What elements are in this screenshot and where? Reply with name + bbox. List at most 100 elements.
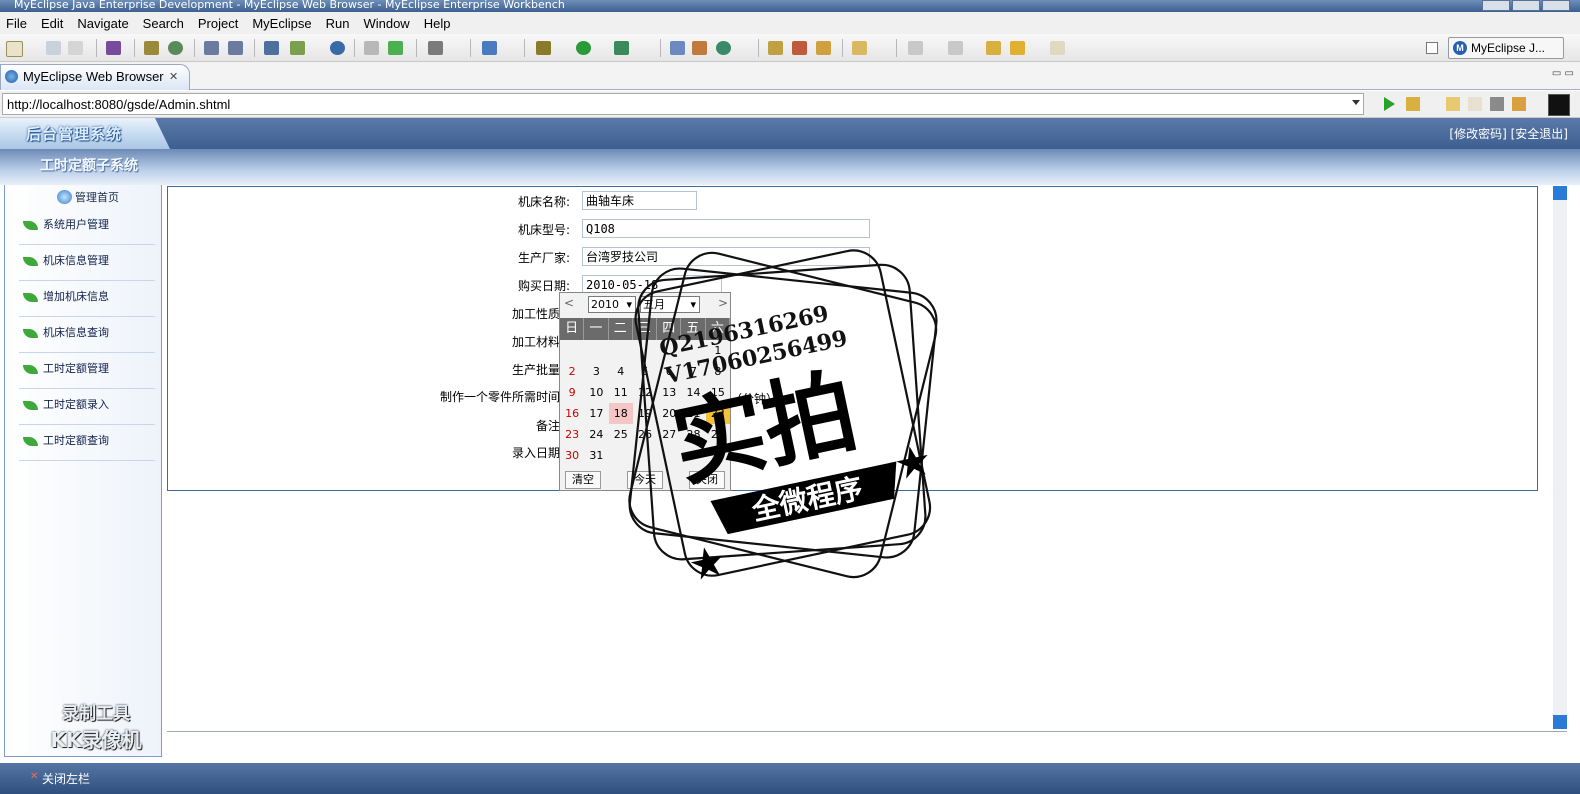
- next-month-button[interactable]: >: [718, 296, 728, 310]
- calendar-day[interactable]: 28: [681, 424, 705, 445]
- calendar-day[interactable]: 26: [633, 424, 657, 445]
- machine-name-input[interactable]: [582, 191, 697, 210]
- calendar-day[interactable]: 3: [584, 361, 608, 382]
- open-perspective-icon[interactable]: [1426, 42, 1438, 54]
- calendar-day[interactable]: 22: [705, 403, 730, 424]
- calendar-day[interactable]: 7: [681, 361, 705, 382]
- minimize-button[interactable]: [1482, 0, 1510, 11]
- calendar-day[interactable]: 31: [584, 445, 608, 466]
- folder-open-icon[interactable]: [768, 41, 783, 55]
- print-icon[interactable]: [68, 41, 83, 55]
- new-wizard-icon[interactable]: [482, 41, 497, 55]
- rocket-icon[interactable]: [792, 41, 807, 55]
- calendar-day[interactable]: 18: [608, 403, 633, 424]
- calendar-day[interactable]: 11: [609, 382, 633, 403]
- machine-model-input[interactable]: [582, 219, 870, 238]
- save-icon[interactable]: [46, 41, 61, 55]
- menu-run[interactable]: Run: [320, 16, 358, 31]
- calendar-day[interactable]: 5: [633, 361, 657, 382]
- calendar-day[interactable]: 8: [706, 361, 730, 382]
- next-annotation-icon[interactable]: [908, 41, 923, 55]
- package-icon[interactable]: [106, 41, 121, 55]
- calendar-day[interactable]: 1: [706, 340, 730, 361]
- calendar-day[interactable]: 16: [560, 403, 584, 424]
- external-tools-icon[interactable]: [614, 41, 629, 55]
- browser-back-icon[interactable]: [1446, 97, 1460, 111]
- calendar-day[interactable]: 29: [706, 424, 730, 445]
- calendar-day[interactable]: 9: [560, 382, 584, 403]
- browser-menu-icon[interactable]: [1548, 94, 1570, 116]
- back-arrow-icon[interactable]: [1010, 41, 1025, 55]
- close-window-button[interactable]: [1542, 0, 1570, 11]
- month-select[interactable]: 五月 ▾: [640, 296, 700, 313]
- calendar-day[interactable]: 20: [657, 403, 681, 424]
- sidebar-item-user-management[interactable]: 系统用户管理: [19, 209, 155, 245]
- perspective-button[interactable]: M MyEclipse J...: [1448, 37, 1564, 59]
- new-icon[interactable]: [6, 41, 23, 57]
- forward-arrow-icon[interactable]: [1050, 41, 1065, 55]
- manufacturer-input[interactable]: [582, 247, 870, 266]
- prev-annotation-icon[interactable]: [948, 41, 963, 55]
- favorite-icon[interactable]: [1406, 97, 1420, 111]
- calendar-day[interactable]: 4: [609, 361, 633, 382]
- sidebar-item-quota-query[interactable]: 工时定额查询: [19, 425, 155, 461]
- calendar-day[interactable]: 27: [657, 424, 681, 445]
- clear-date-button[interactable]: 清空: [565, 471, 601, 489]
- calendar-day[interactable]: 10: [584, 382, 608, 403]
- vertical-scrollbar[interactable]: [1553, 186, 1567, 729]
- calendar-day[interactable]: 2: [560, 361, 584, 382]
- change-password-link[interactable]: [修改密码]: [1449, 127, 1506, 141]
- calendar-day[interactable]: 12: [633, 382, 657, 403]
- calendar-day[interactable]: 23: [560, 424, 584, 445]
- deploy-icon[interactable]: [264, 41, 279, 55]
- maximize-button[interactable]: [1512, 0, 1540, 11]
- scroll-up-button[interactable]: [1553, 186, 1567, 200]
- globe-icon[interactable]: [330, 41, 345, 55]
- bug-icon[interactable]: [144, 41, 159, 55]
- browser-forward-icon[interactable]: [1468, 97, 1482, 111]
- calendar-day[interactable]: 14: [681, 382, 705, 403]
- run-server-icon[interactable]: [290, 41, 305, 55]
- refresh-icon[interactable]: [388, 41, 403, 55]
- year-select[interactable]: 2010 ▾: [588, 296, 636, 313]
- menu-help[interactable]: Help: [418, 16, 459, 31]
- sidebar-home[interactable]: 管理首页: [57, 189, 119, 207]
- open-task-icon[interactable]: [692, 41, 707, 55]
- last-edit-icon[interactable]: [986, 41, 1001, 55]
- calendar-day[interactable]: 6: [657, 361, 681, 382]
- calendar-day[interactable]: 24: [584, 424, 608, 445]
- sidebar-item-add-machine[interactable]: 增加机床信息: [19, 281, 155, 317]
- annotation-icon[interactable]: [852, 41, 867, 55]
- browser-refresh-icon[interactable]: [1512, 97, 1526, 111]
- server-icon[interactable]: [168, 41, 183, 55]
- today-button[interactable]: 今天: [627, 471, 663, 489]
- menu-navigate[interactable]: Navigate: [71, 16, 136, 31]
- view-controls[interactable]: ▭ ▭: [1552, 68, 1574, 79]
- calendar-day[interactable]: 25: [609, 424, 633, 445]
- stop-icon[interactable]: [1490, 97, 1504, 111]
- menu-project[interactable]: Project: [192, 16, 246, 31]
- prev-month-button[interactable]: <: [564, 296, 574, 310]
- menu-myeclipse[interactable]: MyEclipse: [246, 16, 319, 31]
- tab-myeclipse-web-browser[interactable]: MyEclipse Web Browser ✕: [0, 64, 190, 90]
- url-dropdown-icon[interactable]: [1352, 100, 1360, 105]
- edit-icon[interactable]: [204, 41, 219, 55]
- close-sidebar-button[interactable]: ✕ 关闭左栏: [30, 770, 90, 787]
- search-edit-icon[interactable]: [228, 41, 243, 55]
- sync-icon[interactable]: [716, 41, 731, 55]
- tab-close-icon[interactable]: ✕: [169, 65, 178, 89]
- menu-window[interactable]: Window: [357, 16, 417, 31]
- url-input[interactable]: [2, 93, 1364, 115]
- menu-edit[interactable]: Edit: [35, 16, 71, 31]
- calendar-day[interactable]: 21: [681, 403, 705, 424]
- calendar-day[interactable]: 17: [584, 403, 608, 424]
- close-picker-button[interactable]: 关闭: [689, 471, 725, 489]
- calendar-day[interactable]: 15: [706, 382, 730, 403]
- menu-search[interactable]: Search: [137, 16, 192, 31]
- run-icon[interactable]: [576, 41, 591, 55]
- sidebar-item-machine-management[interactable]: 机床信息管理: [19, 245, 155, 281]
- debug-icon[interactable]: [536, 41, 551, 55]
- go-icon[interactable]: [1384, 97, 1395, 111]
- camera-icon[interactable]: [428, 41, 443, 55]
- calendar-day[interactable]: 30: [560, 445, 584, 466]
